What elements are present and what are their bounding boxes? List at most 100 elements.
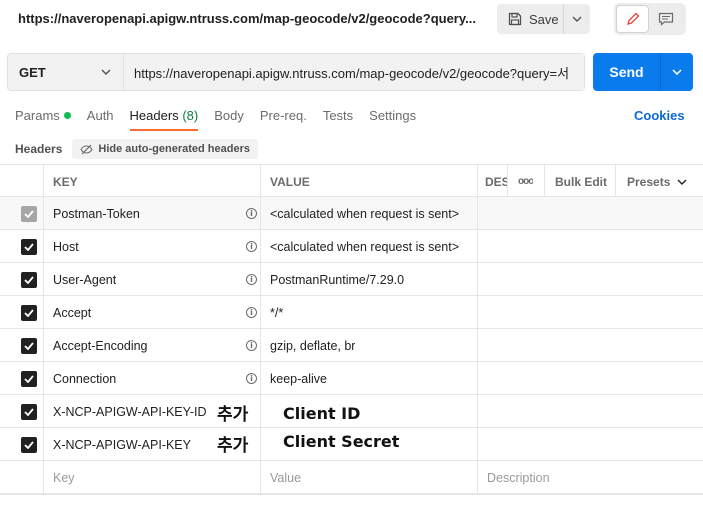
table-row: User-Agent i PostmanRuntime/7.29.0 [0, 263, 703, 296]
bulk-edit-button[interactable]: Bulk Edit [555, 165, 607, 198]
header-key[interactable]: Postman-Token [53, 197, 140, 230]
table-row: Accept i */* [0, 296, 703, 329]
tab-prereq-label: Pre-req. [259, 108, 307, 123]
check-icon [24, 308, 34, 317]
column-header-description: DES [485, 174, 507, 189]
row-checkbox[interactable] [21, 205, 37, 222]
comment-mode-button[interactable] [649, 5, 682, 33]
row-checkbox[interactable] [21, 403, 37, 420]
request-header-bar: https://naveropenapi.apigw.ntruss.com/ma… [0, 0, 703, 40]
header-key[interactable]: User-Agent [53, 263, 116, 296]
save-label: Save [529, 11, 559, 27]
header-value[interactable]: keep-alive [270, 362, 327, 395]
info-icon[interactable]: i [246, 208, 257, 219]
header-key[interactable]: Host [53, 230, 79, 263]
send-options-button[interactable] [661, 53, 693, 91]
new-key-input[interactable]: Key [53, 461, 75, 494]
send-button-group: Send [593, 53, 693, 91]
tab-headers-label: Headers [129, 108, 179, 123]
save-icon [508, 12, 522, 26]
header-value[interactable]: <calculated when request is sent> [270, 197, 459, 230]
headers-section-title: Headers [15, 142, 63, 156]
view-mode-toggle [614, 3, 686, 35]
tab-body-label: Body [214, 108, 244, 123]
header-key[interactable]: X-NCP-APIGW-API-KEY [53, 428, 191, 461]
tab-params-label: Params [15, 108, 60, 123]
save-button[interactable]: Save [497, 4, 564, 34]
edit-mode-button[interactable] [616, 5, 649, 33]
tab-settings-label: Settings [369, 108, 417, 123]
new-description-input[interactable]: Description [487, 461, 550, 494]
more-options-button[interactable]: ooo [518, 165, 533, 198]
add-annotation: 추가 [217, 436, 249, 456]
add-annotation: 추가 [217, 405, 249, 425]
tab-auth[interactable]: Auth [87, 108, 114, 132]
request-title[interactable]: https://naveropenapi.apigw.ntruss.com/ma… [18, 11, 478, 26]
save-options-button[interactable] [564, 4, 590, 34]
header-value[interactable]: PostmanRuntime/7.29.0 [270, 263, 404, 296]
check-icon [24, 275, 34, 284]
header-key[interactable]: X-NCP-APIGW-API-KEY-ID [53, 395, 207, 428]
row-checkbox[interactable] [21, 304, 37, 321]
chevron-down-icon [677, 179, 687, 185]
send-button[interactable]: Send [593, 53, 661, 91]
headers-subheader: Headers Hide auto-generated headers [15, 139, 258, 159]
info-icon[interactable]: i [246, 241, 257, 252]
table-row: X-NCP-APIGW-API-KEY 추가 Client Secret [0, 428, 703, 461]
tab-pre-request[interactable]: Pre-req. [260, 108, 307, 132]
tab-tests[interactable]: Tests [323, 108, 353, 132]
header-value[interactable]: gzip, deflate, br [270, 329, 355, 362]
table-header-row: KEY VALUE DES ooo Bulk Edit Presets [0, 164, 703, 198]
check-icon [24, 407, 34, 416]
header-key[interactable]: Accept [53, 296, 91, 329]
header-value[interactable]: */* [270, 296, 283, 329]
presets-label: Presets [627, 174, 671, 189]
check-icon [24, 209, 34, 218]
check-icon [24, 374, 34, 383]
row-checkbox[interactable] [21, 370, 37, 387]
table-row: Host i <calculated when request is sent> [0, 230, 703, 263]
info-icon[interactable]: i [246, 307, 257, 318]
info-icon[interactable]: i [246, 274, 257, 285]
row-checkbox[interactable] [21, 436, 37, 453]
cookies-link[interactable]: Cookies [634, 108, 685, 123]
save-group: Save [497, 4, 590, 34]
tab-headers[interactable]: Headers (8) [129, 108, 199, 132]
headers-count: (8) [182, 108, 199, 123]
header-value[interactable]: <calculated when request is sent> [270, 230, 459, 263]
header-key[interactable]: Connection [53, 362, 116, 395]
comment-icon [658, 12, 673, 26]
tab-auth-label: Auth [86, 108, 114, 123]
url-bar: GET https://naveropenapi.apigw.ntruss.co… [7, 53, 585, 91]
check-icon [24, 440, 34, 449]
info-icon[interactable]: i [246, 340, 257, 351]
header-key[interactable]: Accept-Encoding [53, 329, 148, 362]
new-header-row: Key Value Description [0, 461, 703, 494]
table-bottom-divider [0, 494, 703, 495]
row-checkbox[interactable] [21, 238, 37, 255]
row-checkbox[interactable] [21, 337, 37, 354]
eye-off-icon [80, 144, 94, 154]
params-active-dot [63, 112, 71, 119]
method-select[interactable]: GET [8, 54, 124, 90]
tab-settings[interactable]: Settings [369, 108, 416, 132]
hide-auto-generated-button[interactable]: Hide auto-generated headers [72, 139, 258, 159]
presets-button[interactable]: Presets [627, 165, 687, 198]
tab-params[interactable]: Params [15, 108, 71, 132]
chevron-down-icon [572, 16, 582, 22]
hide-auto-label: Hide auto-generated headers [98, 143, 250, 155]
tab-tests-label: Tests [322, 108, 354, 123]
info-icon[interactable]: i [246, 373, 257, 384]
column-header-key: KEY [53, 174, 78, 189]
tab-body[interactable]: Body [214, 108, 244, 132]
pencil-icon [626, 12, 639, 25]
url-input[interactable]: https://naveropenapi.apigw.ntruss.com/ma… [124, 54, 584, 90]
client-id-annotation: Client ID [283, 404, 361, 423]
row-checkbox[interactable] [21, 271, 37, 288]
chevron-down-icon [101, 69, 111, 75]
table-row: Postman-Token i <calculated when request… [0, 197, 703, 230]
table-row: Connection i keep-alive [0, 362, 703, 395]
chevron-down-icon [672, 69, 682, 75]
new-value-input[interactable]: Value [270, 461, 301, 494]
client-secret-annotation: Client Secret [283, 432, 400, 451]
